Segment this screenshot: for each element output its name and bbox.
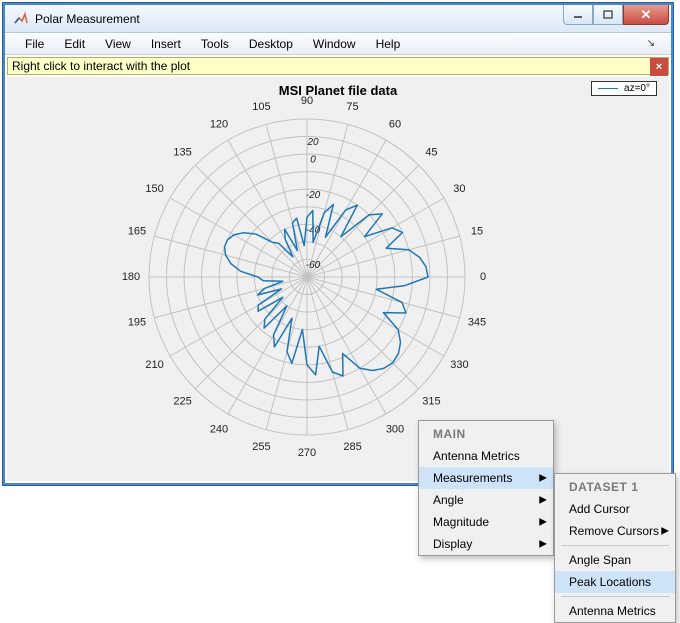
menu-view[interactable]: View — [95, 34, 141, 54]
menu-item-antenna-metrics[interactable]: Antenna Metrics — [419, 445, 553, 467]
menu-window[interactable]: Window — [303, 34, 366, 54]
plot-axes[interactable]: MSI Planet file data az=0° 0153045607590… — [7, 77, 669, 481]
angle-tick-label: 345 — [468, 316, 486, 328]
menu-desktop[interactable]: Desktop — [239, 34, 303, 54]
radial-tick-label: -20 — [306, 190, 321, 201]
angle-tick-label: 15 — [471, 225, 483, 237]
menu-item-label: Magnitude — [433, 515, 489, 529]
menu-item-remove-cursors[interactable]: Remove Cursors▶ — [555, 520, 675, 542]
menu-help[interactable]: Help — [366, 34, 411, 54]
submenu-arrow-icon: ▶ — [539, 473, 547, 484]
menu-item-label: Antenna Metrics — [569, 604, 656, 618]
menu-item-display[interactable]: Display ▶ — [419, 533, 553, 555]
menu-item-label: Peak Locations — [569, 575, 651, 589]
maximize-button[interactable] — [593, 5, 623, 25]
menu-item-label: Angle — [433, 493, 464, 507]
angle-tick-label: 210 — [145, 359, 163, 371]
menu-file[interactable]: File — [15, 34, 54, 54]
close-hint-button[interactable]: × — [650, 58, 668, 76]
context-menu-main: MAIN Antenna MetricsMeasurements▶Angle▶M… — [418, 420, 554, 556]
angle-tick-label: 60 — [389, 118, 401, 130]
menu-item-label: Antenna Metrics — [433, 449, 520, 463]
menu-item-peak-locations[interactable]: Peak Locations — [555, 571, 675, 593]
dock-arrow-icon[interactable]: ↘ — [637, 35, 665, 52]
menu-item-label: Add Cursor — [569, 502, 630, 516]
menu-edit[interactable]: Edit — [54, 34, 95, 54]
angle-tick-label: 300 — [386, 423, 404, 435]
hint-text: Right click to interact with the plot — [12, 59, 190, 73]
menu-item-label: Angle Span — [569, 553, 631, 567]
menu-tools[interactable]: Tools — [191, 34, 239, 54]
radial-tick-label: 20 — [306, 137, 319, 148]
polar-plot-svg: 0 15 30 45 60 75 90 105 120 135 150 165 180 195 210 225… — [7, 77, 667, 477]
angle-tick-label: 105 — [252, 101, 270, 113]
submenu-arrow-icon: ▶ — [539, 539, 547, 550]
submenu-arrow-icon: ▶ — [539, 495, 547, 506]
angle-tick-label: 330 — [450, 359, 468, 371]
submenu-arrow-icon: ▶ — [661, 526, 669, 537]
menubar: File Edit View Insert Tools Desktop Wind… — [5, 33, 671, 55]
matlab-icon — [13, 11, 29, 27]
menu-item-label: Measurements — [433, 471, 512, 485]
menu-item-label: Remove Cursors — [569, 524, 659, 538]
angle-tick-label: 75 — [346, 101, 358, 113]
submenu-arrow-icon: ▶ — [539, 517, 547, 528]
hint-bar: Right click to interact with the plot × — [7, 57, 669, 75]
angle-tick-label: 315 — [422, 395, 440, 407]
angle-tick-label: 255 — [252, 441, 270, 453]
titlebar[interactable]: Polar Measurement ✕ — [5, 5, 671, 33]
angle-tick-label: 270 — [298, 447, 316, 459]
window-title: Polar Measurement — [35, 12, 140, 26]
angle-tick-label: 150 — [145, 183, 163, 195]
menu-item-angle[interactable]: Angle ▶ — [419, 489, 553, 511]
angle-tick-label: 30 — [453, 183, 465, 195]
context-menu-dataset: DATASET 1 Add Cursor Remove Cursors▶ Angle… — [554, 473, 676, 623]
angle-tick-label: 0 — [480, 271, 486, 283]
context-menu-dataset-header: DATASET 1 — [555, 474, 675, 498]
menu-insert[interactable]: Insert — [141, 34, 191, 54]
radial-tick-label: 0 — [310, 155, 316, 166]
menu-separator — [561, 545, 669, 546]
angle-tick-label: 225 — [173, 395, 191, 407]
angle-tick-label: 120 — [210, 118, 228, 130]
figure-window: Polar Measurement ✕ File Edit View Inser… — [2, 2, 674, 486]
angle-tick-label: 285 — [343, 441, 361, 453]
angle-tick-label: 90 — [301, 95, 313, 107]
close-button[interactable]: ✕ — [623, 5, 669, 25]
menu-item-measurements[interactable]: Measurements ▶ — [419, 467, 553, 489]
radial-tick-label: -60 — [306, 260, 321, 271]
menu-item-antenna-metrics[interactable]: Antenna Metrics — [555, 600, 675, 622]
menu-item-label: Display — [433, 537, 472, 551]
angle-tick-label: 240 — [210, 423, 228, 435]
angle-tick-label: 165 — [128, 225, 146, 237]
angle-tick-label: 180 — [122, 271, 140, 283]
context-menu-main-header: MAIN — [419, 421, 553, 445]
angle-tick-label: 45 — [425, 146, 437, 158]
minimize-button[interactable] — [563, 5, 593, 25]
angle-tick-label: 195 — [128, 316, 146, 328]
menu-item-angle-span[interactable]: Angle Span — [555, 549, 675, 571]
menu-separator — [561, 596, 669, 597]
angle-tick-label: 135 — [173, 146, 191, 158]
menu-item-add-cursor[interactable]: Add Cursor — [555, 498, 675, 520]
menu-item-magnitude[interactable]: Magnitude ▶ — [419, 511, 553, 533]
